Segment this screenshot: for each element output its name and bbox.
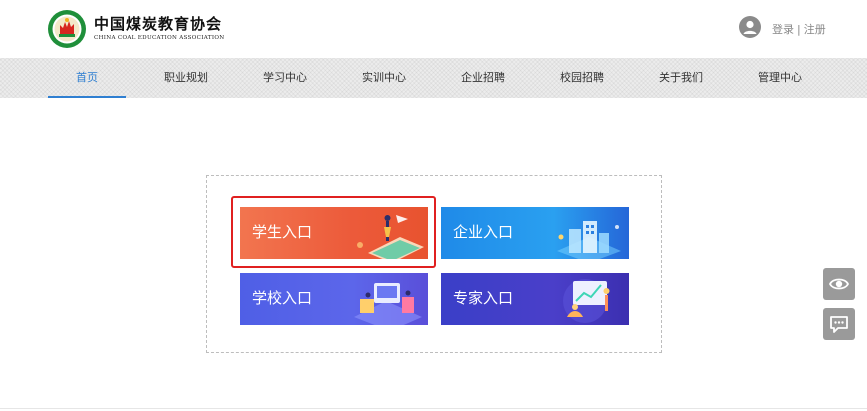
main-nav: 首页 职业规划 学习中心 实训中心 企业招聘 校园招聘 关于我们 管理中心 (0, 58, 867, 98)
nav-active-indicator (48, 96, 126, 98)
brand-name-cn: 中国煤炭教育协会 (94, 15, 223, 33)
school-illustration-icon (354, 283, 422, 325)
nav-item-about-us[interactable]: 关于我们 (641, 58, 721, 98)
auth-separator: | (797, 23, 801, 36)
chat-float-button[interactable] (823, 308, 855, 340)
school-entry-label: 学校入口 (252, 289, 313, 307)
nav-item-learning-center[interactable]: 学习中心 (245, 58, 325, 98)
company-entry-button[interactable]: 企业入口 (441, 207, 629, 259)
chat-icon (830, 316, 848, 333)
selection-highlight (231, 196, 436, 268)
eye-icon (828, 278, 850, 290)
buildings-illustration-icon (557, 221, 621, 259)
association-emblem-icon[interactable] (47, 9, 87, 49)
nav-item-training-center[interactable]: 实训中心 (344, 58, 424, 98)
auth-links: 登录 | 注册 (772, 21, 826, 37)
login-link[interactable]: 登录 (772, 23, 794, 36)
brand-name-en: CHINA COAL EDUCATION ASSOCIATION (94, 35, 225, 41)
expert-illustration-icon (563, 279, 610, 323)
school-entry-button[interactable]: 学校入口 (240, 273, 428, 325)
expert-entry-label: 专家入口 (453, 289, 514, 307)
nav-item-home[interactable]: 首页 (47, 58, 127, 98)
company-entry-label: 企业入口 (453, 223, 514, 241)
expert-entry-button[interactable]: 专家入口 (441, 273, 629, 325)
user-avatar-icon[interactable] (739, 16, 761, 38)
nav-item-career-planning[interactable]: 职业规划 (146, 58, 226, 98)
site-header: 中国煤炭教育协会 CHINA COAL EDUCATION ASSOCIATIO… (0, 0, 867, 58)
register-link[interactable]: 注册 (804, 23, 826, 36)
nav-item-campus-recruitment[interactable]: 校园招聘 (542, 58, 622, 98)
footer-divider (0, 408, 867, 409)
view-float-button[interactable] (823, 268, 855, 300)
nav-item-enterprise-recruitment[interactable]: 企业招聘 (443, 58, 523, 98)
nav-item-management-center[interactable]: 管理中心 (740, 58, 820, 98)
